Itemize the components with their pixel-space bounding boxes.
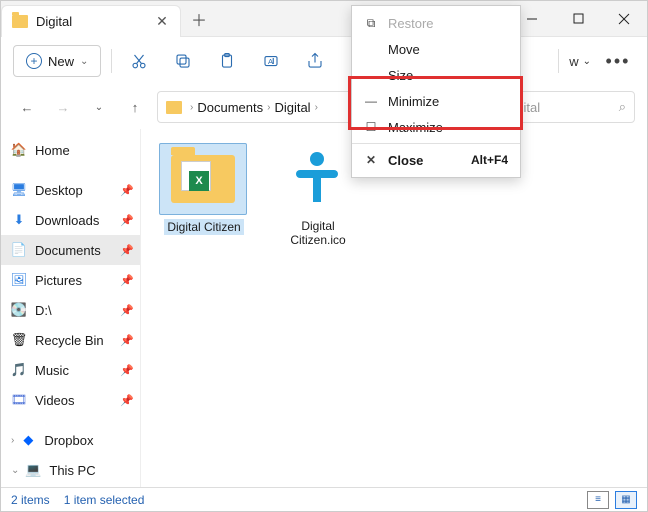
sidebar-item-downloads[interactable]: ⬇ Downloads📌 [1, 205, 140, 235]
sidebar-item-d-drive[interactable]: 💽 D:\📌 [1, 295, 140, 325]
sidebar-item-home[interactable]: 🏠 Home [1, 135, 140, 165]
pictures-icon: 🖼 [11, 272, 27, 288]
details-view-button[interactable]: ≡ [587, 491, 609, 509]
close-icon: ✕ [364, 153, 378, 167]
file-item-folder[interactable]: X Digital Citizen [159, 143, 249, 235]
new-tab-button[interactable]: ＋ [181, 1, 217, 36]
dropbox-icon: ◆ [20, 432, 36, 448]
new-button[interactable]: + New ⌄ [13, 45, 101, 77]
titlebar: Digital ✕ ＋ [1, 1, 647, 37]
plus-icon: + [26, 53, 42, 69]
menu-minimize[interactable]: — Minimize [352, 88, 520, 114]
file-label: Digital Citizen [164, 219, 243, 235]
menu-close[interactable]: ✕ Close Alt+F4 [352, 147, 520, 173]
tab-title: Digital [36, 14, 146, 29]
pc-icon: 💻 [25, 462, 41, 478]
active-tab[interactable]: Digital ✕ [1, 5, 181, 37]
navigation-row: ← → ⌄ ↑ › Documents › Digital › Digital … [1, 85, 647, 129]
svg-text:A: A [268, 57, 273, 66]
pin-icon: 📌 [120, 394, 134, 407]
recent-locations-button[interactable]: ⌄ [85, 93, 113, 121]
folder-icon: X [171, 155, 235, 203]
maximize-icon: ☐ [364, 120, 378, 134]
selection-count: 1 item selected [64, 493, 145, 507]
pin-icon: 📌 [120, 304, 134, 317]
music-icon: 🎵 [11, 362, 27, 378]
chevron-right-icon: › [267, 102, 270, 113]
home-icon: 🏠 [11, 142, 27, 158]
breadcrumb-seg[interactable]: Documents [197, 100, 263, 115]
rename-button[interactable]: A [254, 44, 288, 78]
folder-icon [166, 101, 182, 114]
system-menu: ⧉ Restore Move Size — Minimize ☐ Maximiz… [351, 5, 521, 178]
menu-move[interactable]: Move [352, 36, 520, 62]
sidebar-item-pictures[interactable]: 🖼 Pictures📌 [1, 265, 140, 295]
chevron-right-icon: › [11, 435, 14, 446]
up-button[interactable]: ↑ [121, 93, 149, 121]
pin-icon: 📌 [120, 244, 134, 257]
sidebar-item-this-pc[interactable]: ⌄ 💻 This PC [1, 455, 140, 485]
restore-icon: ⧉ [364, 16, 378, 31]
chevron-down-icon: ⌄ [11, 465, 19, 476]
chevron-right-icon: › [190, 102, 193, 113]
status-bar: 2 items 1 item selected ≡ ▦ [1, 487, 647, 511]
person-icon [296, 152, 338, 206]
breadcrumb-seg[interactable]: Digital [274, 100, 310, 115]
more-button[interactable]: ••• [601, 44, 635, 78]
new-label: New [48, 54, 74, 69]
maximize-button[interactable] [555, 1, 601, 36]
menu-maximize[interactable]: ☐ Maximize [352, 114, 520, 140]
file-item-ico[interactable]: Digital Citizen.ico [273, 143, 363, 248]
shortcut-label: Alt+F4 [471, 153, 508, 167]
pin-icon: 📌 [120, 274, 134, 287]
chevron-right-icon: › [315, 102, 318, 113]
sidebar-item-recycle-bin[interactable]: 🗑 Recycle Bin📌 [1, 325, 140, 355]
desktop-icon: 🖥 [11, 182, 27, 198]
search-icon: ⌕ [619, 99, 626, 115]
sidebar-item-desktop[interactable]: 🖥 Desktop📌 [1, 175, 140, 205]
icons-view-button[interactable]: ▦ [615, 491, 637, 509]
sidebar: 🏠 Home 🖥 Desktop📌 ⬇ Downloads📌 📄 Documen… [1, 129, 141, 487]
downloads-icon: ⬇ [11, 212, 27, 228]
pin-icon: 📌 [120, 184, 134, 197]
videos-icon: 🎞 [11, 392, 27, 408]
tab-close-button[interactable]: ✕ [154, 14, 170, 30]
minimize-icon: — [364, 94, 378, 108]
sidebar-item-music[interactable]: 🎵 Music📌 [1, 355, 140, 385]
share-button[interactable] [298, 44, 332, 78]
forward-button[interactable]: → [49, 93, 77, 121]
item-count: 2 items [11, 493, 50, 507]
toolbar: + New ⌄ A w ⌄ ••• [1, 37, 647, 85]
back-button[interactable]: ← [13, 93, 41, 121]
file-label: Digital Citizen.ico [273, 219, 363, 248]
paste-button[interactable] [210, 44, 244, 78]
chevron-down-icon: ⌄ [583, 56, 591, 67]
pin-icon: 📌 [120, 364, 134, 377]
menu-size[interactable]: Size [352, 62, 520, 88]
sidebar-item-videos[interactable]: 🎞 Videos📌 [1, 385, 140, 415]
content-area[interactable]: X Digital Citizen Digital Citizen.ico [141, 129, 647, 487]
close-window-button[interactable] [601, 1, 647, 36]
sidebar-item-documents[interactable]: 📄 Documents📌 [1, 235, 140, 265]
cut-button[interactable] [122, 44, 156, 78]
copy-button[interactable] [166, 44, 200, 78]
sidebar-item-dropbox[interactable]: › ◆ Dropbox [1, 425, 140, 455]
view-dropdown[interactable]: w ⌄ [569, 54, 591, 69]
documents-icon: 📄 [11, 242, 27, 258]
menu-restore: ⧉ Restore [352, 10, 520, 36]
drive-icon: 💽 [11, 302, 27, 318]
pin-icon: 📌 [120, 214, 134, 227]
chevron-down-icon: ⌄ [80, 56, 88, 67]
folder-icon [12, 15, 28, 28]
pin-icon: 📌 [120, 334, 134, 347]
recycle-bin-icon: 🗑 [11, 332, 27, 348]
